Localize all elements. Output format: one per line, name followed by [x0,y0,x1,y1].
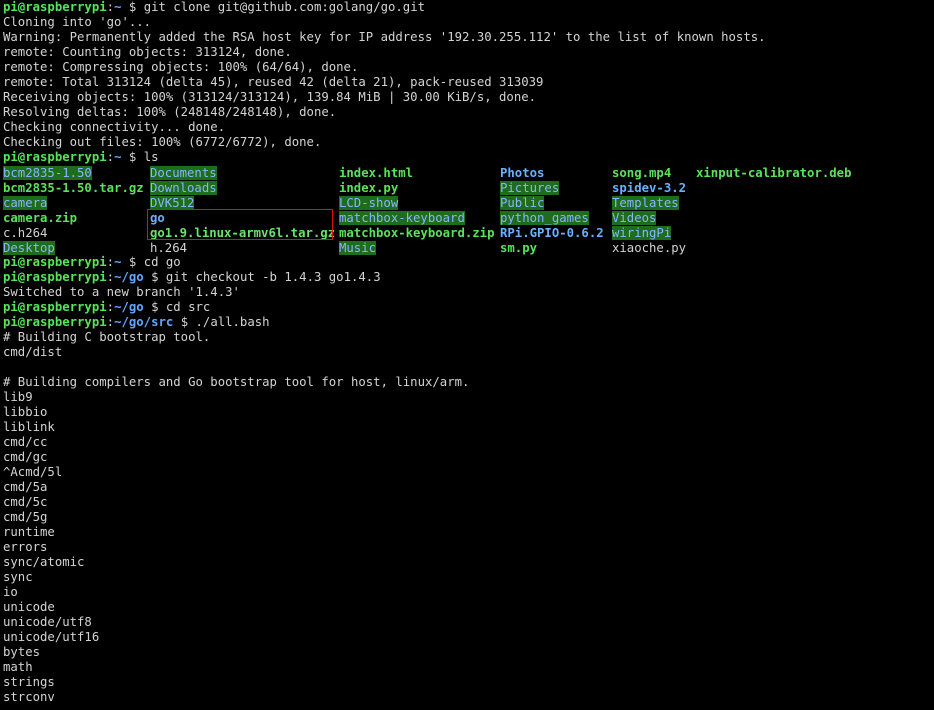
ls-entry: h.264 [150,240,188,255]
terminal-window[interactable]: pi@raspberrypi:~ $ git clone git@github.… [0,0,934,710]
ls-entry: matchbox-keyboard.zip [339,225,495,240]
output-line: cmd/5g [3,510,48,524]
prompt-path: ~/go [114,270,144,284]
ls-entry: RPi.GPIO-0.6.2 [500,225,604,240]
prompt-line: pi@raspberrypi:~ $ git clone git@github.… [3,0,425,15]
output-line: Cloning into 'go'... [3,15,152,29]
ls-entry: xiaoche.py [612,240,687,255]
highlight-box [147,209,333,240]
ls-entry: Desktop [3,240,55,255]
ls-entry: bcm2835-1.50 [3,165,92,180]
output-line: cmd/gc [3,450,48,464]
ls-entry: Videos [612,210,657,225]
command-text: git checkout -b 1.4.3 go1.4.3 [165,270,381,284]
output-line: strings [3,675,55,689]
output-line: bytes [3,645,41,659]
output-line: strconv [3,690,55,704]
output-line: ^Acmd/5l [3,465,63,479]
output-line: Resolving deltas: 100% (248148/248148), … [3,105,337,119]
output-line: Switched to a new branch '1.4.3' [3,285,240,299]
output-line: cmd/cc [3,435,48,449]
prompt-separator: : [106,0,115,14]
ls-entry: sm.py [500,240,538,255]
prompt-user-host: pi@raspberrypi [3,300,107,314]
prompt-separator: : [106,300,115,314]
output-line: # Building compilers and Go bootstrap to… [3,375,470,389]
prompt-line: pi@raspberrypi:~/go $ cd src [3,300,210,315]
output-line: Checking connectivity... done. [3,120,226,134]
prompt-symbol: $ [143,270,166,284]
ls-entry: python_games [500,210,589,225]
output-line: cmd/5a [3,480,48,494]
ls-entry: Pictures [500,180,560,195]
ls-entry: DVK512 [150,195,195,210]
command-text: ls [143,150,159,164]
output-line: unicode [3,600,55,614]
output-line: remote: Total 313124 (delta 45), reused … [3,75,544,89]
ls-entry: Public [500,195,545,210]
prompt-separator: : [106,315,115,329]
output-line: sync [3,570,33,584]
output-line: Warning: Permanently added the RSA host … [3,30,766,44]
prompt-user-host: pi@raspberrypi [3,150,107,164]
output-line: io [3,585,18,599]
prompt-line: pi@raspberrypi:~/go/src $ ./all.bash [3,315,270,330]
ls-entry: index.html [339,165,414,180]
ls-entry: spidev-3.2 [612,180,687,195]
output-line: liblink [3,420,55,434]
prompt-separator: : [106,270,115,284]
output-line: runtime [3,525,55,539]
output-line: remote: Counting objects: 313124, done. [3,45,292,59]
output-line: unicode/utf16 [3,630,100,644]
ls-entry: camera.zip [3,210,78,225]
ls-entry: Downloads [150,180,217,195]
prompt-user-host: pi@raspberrypi [3,270,107,284]
prompt-separator: : [106,255,115,269]
prompt-path: ~/go/src [114,315,174,329]
prompt-symbol: $ [143,300,166,314]
command-text: ./all.bash [195,315,270,329]
prompt-symbol: $ [121,150,144,164]
output-line: math [3,660,33,674]
prompt-user-host: pi@raspberrypi [3,315,107,329]
ls-entry: bcm2835-1.50.tar.gz [3,180,144,195]
ls-entry: Photos [500,165,545,180]
ls-entry: matchbox-keyboard [339,210,465,225]
ls-entry: Music [339,240,377,255]
ls-entry: wiringPi [612,225,672,240]
output-line: Receiving objects: 100% (313124/313124),… [3,90,537,104]
ls-entry: index.py [339,180,399,195]
command-text: cd src [165,300,211,314]
prompt-separator: : [106,150,115,164]
prompt-line: pi@raspberrypi:~ $ cd go [3,255,181,270]
ls-entry: song.mp4 [612,165,672,180]
output-line: cmd/dist [3,345,63,359]
prompt-symbol: $ [173,315,196,329]
output-line: libbio [3,405,48,419]
output-line: sync/atomic [3,555,85,569]
ls-entry: xinput-calibrator.deb [696,165,852,180]
output-line: # Building C bootstrap tool. [3,330,211,344]
prompt-symbol: $ [121,255,144,269]
ls-entry: Templates [612,195,679,210]
output-line: Checking out files: 100% (6772/6772), do… [3,135,322,149]
output-line: cmd/5c [3,495,48,509]
ls-entry: c.h264 [3,225,48,240]
prompt-user-host: pi@raspberrypi [3,0,107,14]
output-line: errors [3,540,48,554]
ls-entry: LCD-show [339,195,399,210]
command-text: cd go [143,255,181,269]
output-line: unicode/utf8 [3,615,92,629]
prompt-symbol: $ [121,0,144,14]
ls-entry: Documents [150,165,217,180]
output-line: remote: Compressing objects: 100% (64/64… [3,60,359,74]
command-text: git clone git@github.com:golang/go.git [143,0,426,14]
prompt-line: pi@raspberrypi:~/go $ git checkout -b 1.… [3,270,381,285]
ls-entry: camera [3,195,48,210]
prompt-path: ~/go [114,300,144,314]
output-line: lib9 [3,390,33,404]
prompt-line: pi@raspberrypi:~ $ ls [3,150,159,165]
prompt-user-host: pi@raspberrypi [3,255,107,269]
